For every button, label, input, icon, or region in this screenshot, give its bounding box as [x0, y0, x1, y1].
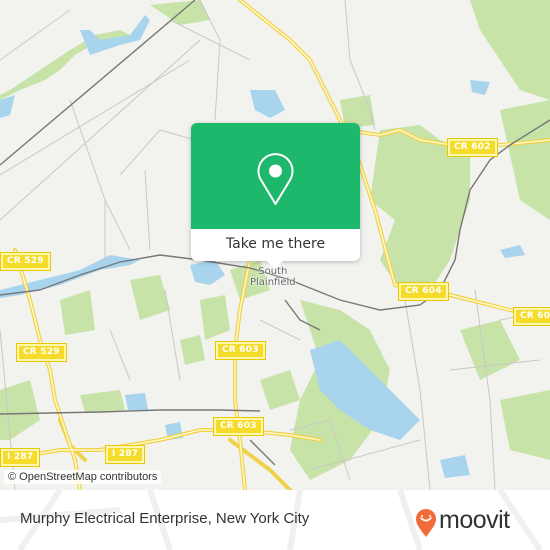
road-shield-cr529: CR 529	[0, 252, 51, 271]
take-me-there-button[interactable]: Take me there	[191, 229, 360, 261]
map[interactable]: CR 602 CR 529 CR 604 CR 604 CR 529 CR 60…	[0, 0, 550, 490]
map-attribution[interactable]: © OpenStreetMap contributors	[4, 470, 162, 484]
road-shield-cr602: CR 602	[447, 138, 498, 157]
moovit-wordmark: moovit	[439, 506, 510, 534]
road-shield-cr603: CR 603	[213, 417, 264, 436]
moovit-pin-icon	[416, 509, 436, 537]
popup-pointer	[267, 261, 283, 269]
popup-header	[191, 123, 360, 229]
place-label-south-plainfield: South Plainfield	[250, 266, 296, 288]
road-shield-i287: I 287	[0, 448, 41, 467]
road-shield-cr603: CR 603	[215, 341, 266, 360]
location-pin-icon	[257, 153, 294, 205]
road-shield-i287: I 287	[104, 445, 146, 464]
road-shield-cr604: CR 604	[398, 282, 449, 301]
place-label-line2: Plainfield	[250, 277, 296, 288]
road-shield-cr529: CR 529	[16, 343, 67, 362]
road-shield-cr604: CR 604	[513, 307, 550, 326]
destination-popup: Take me there	[191, 123, 360, 269]
location-title: Murphy Electrical Enterprise, New York C…	[20, 510, 310, 527]
